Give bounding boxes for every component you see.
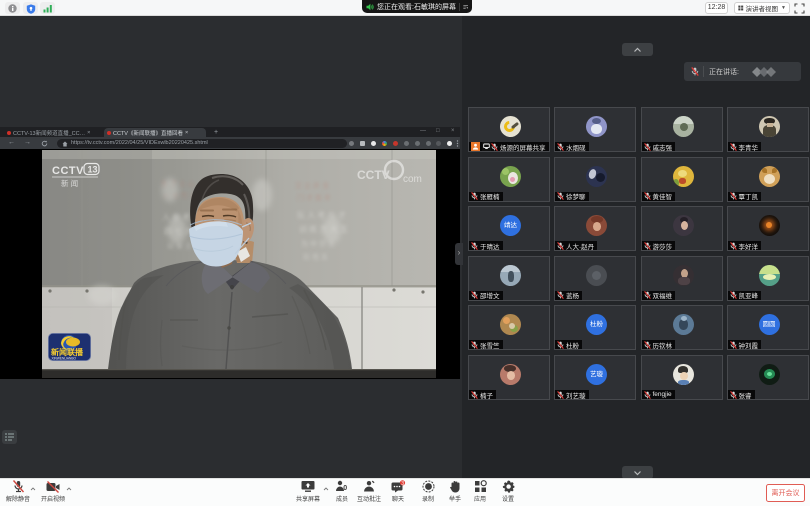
svg-text:0: 0 <box>343 485 347 492</box>
svg-text:CCTV: CCTV <box>52 165 84 177</box>
svg-text:又 立 并 戈: 又 立 并 戈 <box>295 181 329 190</box>
svg-text:XINWENLIANBO: XINWENLIANBO <box>52 357 77 361</box>
svg-text:3: 3 <box>401 480 404 486</box>
svg-text:新闻联播: 新闻联播 <box>51 347 84 357</box>
svg-text:比 也 五: 比 也 五 <box>303 252 328 261</box>
svg-text:com: com <box>403 174 422 185</box>
svg-text:新 闻: 新 闻 <box>61 178 78 188</box>
svg-text:13: 13 <box>88 165 98 175</box>
svg-text:CCTV: CCTV <box>357 168 390 182</box>
svg-text:门 才 首 丰: 门 才 首 丰 <box>297 193 331 202</box>
svg-text:队 人 考 与 才: 队 人 考 与 才 <box>297 210 346 220</box>
